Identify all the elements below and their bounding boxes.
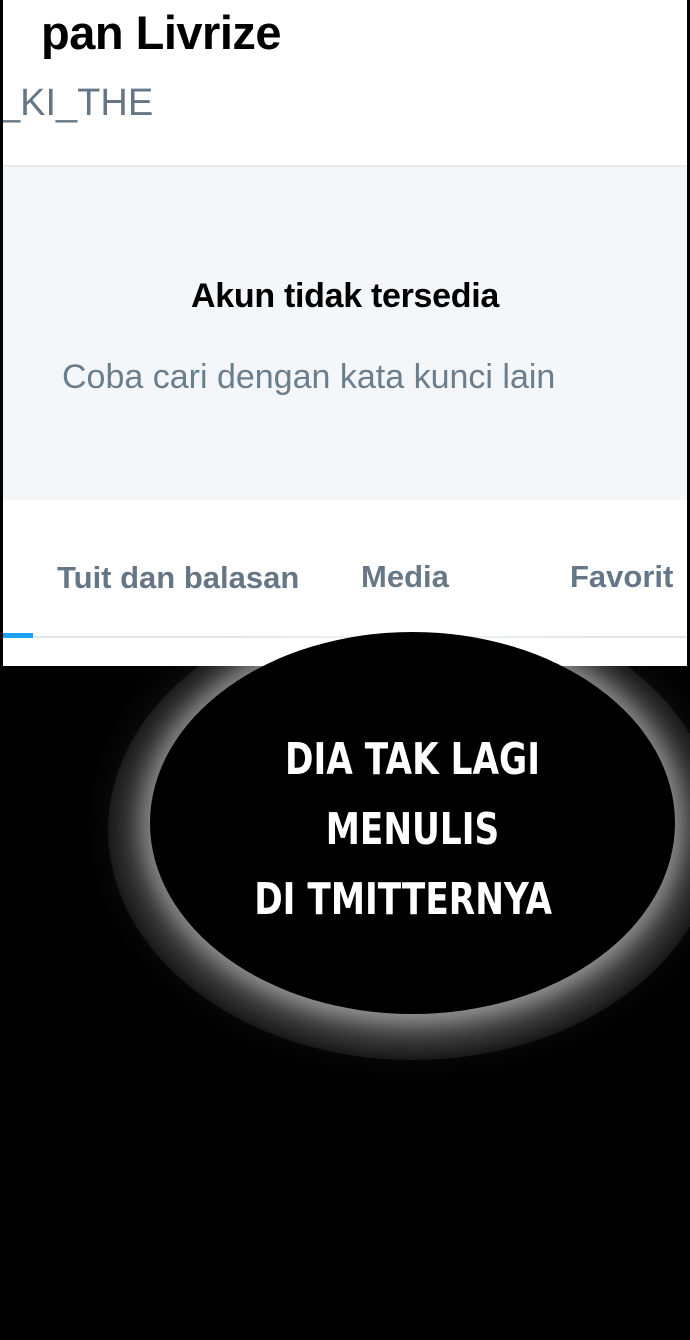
profile-header: pan Livrize _KI_THE <box>3 0 687 167</box>
speech-line: MENULIS <box>325 804 500 855</box>
comic-page: pan Livrize _KI_THE Akun tidak tersedia … <box>0 0 690 1340</box>
tab-favorites[interactable]: Favorit <box>570 559 673 595</box>
empty-state-subtitle: Coba cari dengan kata kunci lain <box>62 358 556 396</box>
user-handle: _KI_THE <box>3 82 154 124</box>
profile-tabs: Tuit dan balasan Media Favorit <box>3 500 687 638</box>
tab-tweets-and-replies[interactable]: Tuit dan balasan <box>57 560 299 596</box>
profile-screenshot-panel: pan Livrize _KI_THE Akun tidak tersedia … <box>3 0 687 666</box>
speech-line: DI TMITTERNYA <box>254 874 553 925</box>
active-tab-indicator <box>3 633 33 638</box>
empty-state: Akun tidak tersedia Coba cari dengan kat… <box>3 167 687 500</box>
tab-media[interactable]: Media <box>361 559 449 595</box>
empty-state-title: Akun tidak tersedia <box>191 277 499 315</box>
display-name: pan Livrize <box>41 6 282 59</box>
speech-bubble-text: DIA TAK LAGI MENULIS DI TMITTERNYA <box>208 725 618 935</box>
speech-line: DIA TAK LAGI <box>285 734 540 785</box>
